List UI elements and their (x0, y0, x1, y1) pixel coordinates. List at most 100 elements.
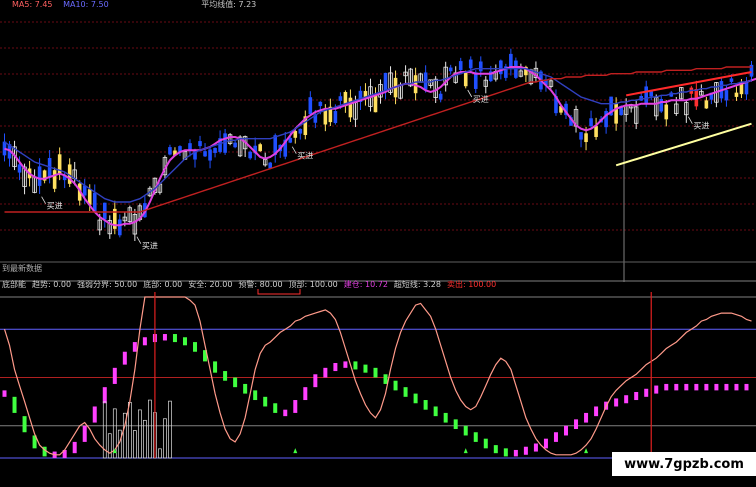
candle-body (499, 60, 503, 75)
signal-bar (694, 383, 699, 391)
candle-body (323, 109, 328, 125)
indicator-legend-item: 底部: 0.00 (143, 280, 183, 289)
candle-body (258, 144, 262, 152)
candle-body (448, 67, 453, 72)
header-legend: MA5: 7.45 MA10: 7.50 平均线值: 7.23 (0, 0, 756, 10)
signal-bar (584, 412, 589, 423)
signal-bar (283, 409, 288, 417)
signal-bar (473, 432, 478, 442)
signal-bar (674, 383, 679, 391)
signal-bar (443, 412, 448, 423)
signal-bar (172, 334, 177, 343)
signal-bar (182, 337, 187, 346)
candle-body (338, 96, 343, 101)
candle-body (584, 133, 588, 143)
signal-bar (574, 419, 579, 430)
candle-body (664, 104, 669, 120)
volume-histogram-bar (148, 399, 152, 459)
indicator-legend-item: 卖出: 100.00 (446, 280, 497, 289)
volume-histogram-bar (138, 409, 142, 459)
signal-bar (553, 432, 558, 442)
watermark: www.7gpzb.com (612, 452, 756, 476)
signal-bar (243, 383, 248, 394)
signal-bar (12, 396, 17, 413)
signal-bar (72, 441, 77, 454)
signal-bar (644, 388, 649, 397)
candle-body (478, 61, 483, 72)
annotation-arrow (41, 196, 46, 204)
signal-bar (634, 391, 639, 401)
candle-body (198, 141, 202, 147)
signal-bar (263, 396, 268, 407)
signal-bar (303, 387, 308, 401)
signal-bar (734, 383, 739, 391)
signal-bar (564, 425, 568, 436)
volume-histogram-bar (133, 430, 137, 459)
annotation-arrow (291, 146, 297, 154)
signal-bar (353, 361, 358, 370)
signal-bar (714, 383, 719, 391)
signal-bar (132, 342, 137, 352)
candle-body (659, 98, 664, 112)
indicator-legend-item: 超短线: 3.28 (393, 280, 441, 289)
signal-bar (92, 406, 97, 423)
candle-body (17, 164, 22, 173)
candle-body (423, 72, 428, 90)
average-label: 平均线值: 7.23 (201, 0, 257, 9)
buy-marker (293, 448, 298, 454)
signal-bar (343, 361, 348, 368)
signal-bar (724, 383, 729, 391)
signal-bar (193, 342, 198, 352)
candle-body (203, 151, 207, 157)
signal-bar (273, 403, 278, 413)
signal-bar (413, 393, 418, 404)
ma10-label: MA10: 7.50 (63, 0, 109, 9)
candle-body (468, 59, 473, 69)
signal-bar (313, 374, 318, 388)
signal-bar (664, 383, 669, 391)
signal-bar (82, 425, 87, 442)
candle-body (589, 118, 593, 127)
signal-bar (543, 438, 548, 449)
buy-signal-label: 买进 (142, 242, 158, 251)
signal-bar (493, 445, 498, 454)
candle-body (594, 126, 598, 137)
signal-bar (122, 351, 127, 365)
candle-body (614, 103, 618, 124)
signal-bar (393, 380, 398, 391)
candle-body (438, 93, 443, 100)
signal-bar (383, 374, 388, 384)
candle-body (52, 170, 57, 189)
indicator-legend-item: 强弱分界: 50.00 (77, 280, 138, 289)
signal-bar (594, 406, 599, 417)
candle-body (118, 219, 122, 236)
volume-histogram-bar (107, 433, 112, 459)
signal-bar (323, 367, 328, 378)
signal-bar (142, 337, 147, 346)
watermark-text: www.7gpzb.com (624, 456, 744, 472)
indicator-legend-item: 建仓: 10.72 (343, 280, 388, 289)
signal-bar (684, 383, 689, 391)
ma5-label: MA5: 7.45 (12, 0, 53, 9)
candle-body (248, 151, 252, 159)
candle-body (318, 101, 323, 107)
ma-red-line (4, 66, 752, 213)
volume-histogram-bar (127, 401, 132, 459)
volume-histogram-bar (163, 418, 167, 459)
candle-body (704, 100, 709, 109)
signal-bar (533, 443, 538, 452)
stock-chart-window: 买进 买进 买进 买进 买进 MA5: 7.45 MA10: 7.50 平均线值: 7.… (0, 0, 756, 487)
chart-canvas: 买进买进买进买进买进 (0, 21, 756, 459)
signal-bar (483, 438, 488, 449)
candle-body (734, 92, 739, 97)
candle-body (644, 86, 649, 105)
indicator-legend-item: 趋势: 0.00 (32, 280, 72, 289)
candle-body (724, 90, 729, 101)
signal-bar (233, 377, 238, 388)
candle-body (82, 185, 87, 196)
indicator-legend-item: 底部能 (2, 280, 26, 289)
candle-body (463, 72, 468, 87)
signal-bar (293, 400, 298, 413)
trendline-support (615, 122, 752, 167)
buy-marker (463, 448, 468, 454)
